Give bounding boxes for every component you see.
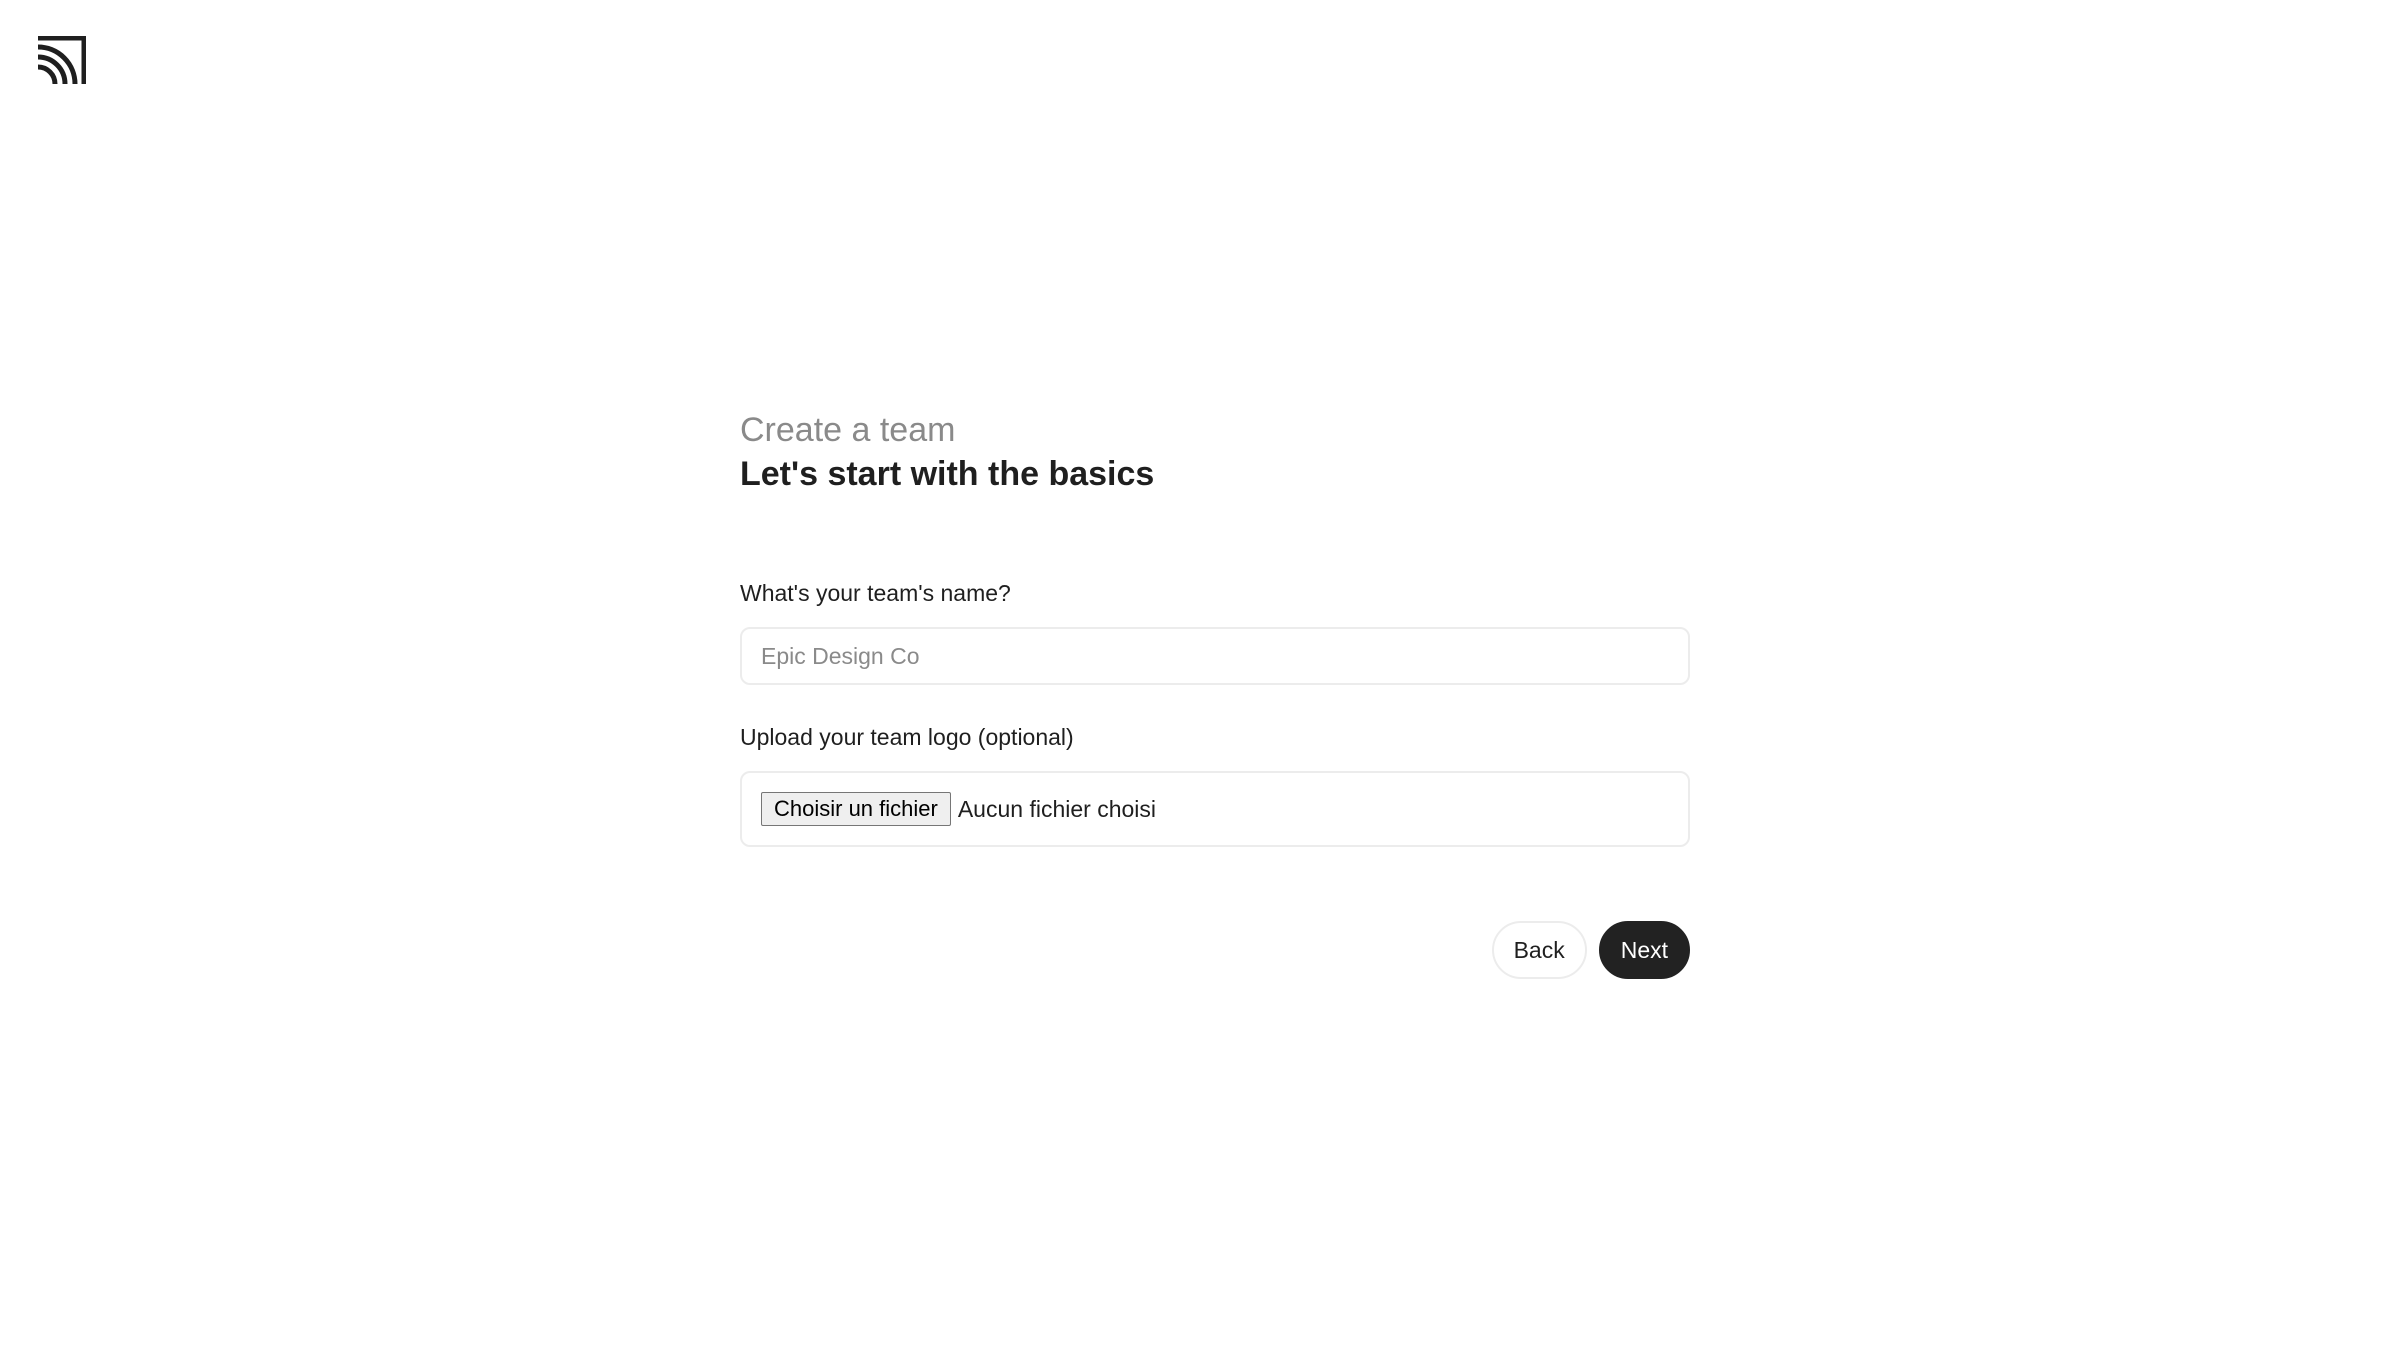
file-status-text: Aucun fichier choisi bbox=[957, 795, 1156, 822]
form-subtitle: Create a team bbox=[740, 411, 956, 449]
team-logo-label: Upload your team logo (optional) bbox=[740, 724, 1074, 750]
back-button[interactable]: Back bbox=[1491, 921, 1587, 979]
brand-logo[interactable] bbox=[36, 35, 87, 86]
team-name-input[interactable] bbox=[740, 627, 1690, 685]
team-name-label: What's your team's name? bbox=[740, 580, 1011, 606]
choose-file-button[interactable]: Choisir un fichier bbox=[761, 792, 951, 826]
brand-arcs-logo-icon bbox=[37, 35, 87, 85]
create-team-form: Create a team Let's start with the basic… bbox=[740, 408, 1690, 979]
next-button[interactable]: Next bbox=[1598, 921, 1690, 979]
team-logo-file-field[interactable]: Choisir un fichier Aucun fichier choisi bbox=[740, 771, 1690, 847]
page-title: Let's start with the basics bbox=[740, 455, 1155, 493]
form-actions: Back Next bbox=[740, 921, 1690, 979]
